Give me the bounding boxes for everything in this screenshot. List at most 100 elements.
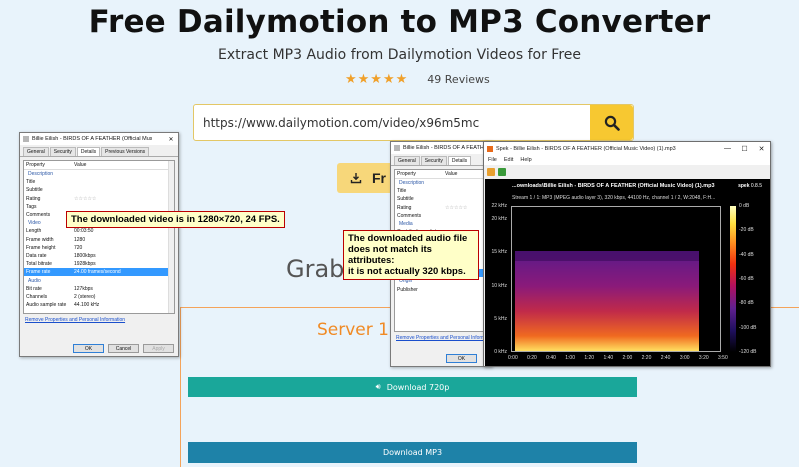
property-row[interactable]: Title xyxy=(24,178,174,186)
tab-details[interactable]: Details xyxy=(447,156,472,165)
x-tick-label: 0:00 xyxy=(508,355,518,361)
col-property: Property xyxy=(397,171,416,177)
remove-properties-link[interactable]: Remove Properties and Personal Informati… xyxy=(391,335,496,341)
ok-button[interactable]: OK xyxy=(73,344,104,353)
x-tick-label: 3:50 xyxy=(718,355,728,361)
db-tick-label: -100 dB xyxy=(739,324,757,331)
property-name: Total bitrate xyxy=(26,261,52,268)
property-row[interactable]: Channels 2 (stereo) xyxy=(24,293,174,301)
property-row[interactable]: Rating ☆☆☆☆☆ xyxy=(395,204,487,212)
property-row[interactable]: Tags xyxy=(24,203,174,211)
col-value: Value xyxy=(74,162,87,168)
spek-stream-info: Stream 1 / 1: MP3 (MPEG audio layer 3), … xyxy=(512,195,716,201)
minimize-icon[interactable]: — xyxy=(719,145,736,153)
property-value: 1928kbps xyxy=(74,261,96,268)
property-value: 720 xyxy=(74,244,83,251)
spek-app-icon xyxy=(487,145,493,152)
close-icon[interactable]: ✕ xyxy=(753,145,770,153)
db-tick-label: -120 dB xyxy=(739,349,757,355)
db-tick-label: -80 dB xyxy=(739,300,754,307)
property-row[interactable]: Title xyxy=(395,187,487,195)
property-row[interactable]: Total bitrate 1928kbps xyxy=(24,260,174,268)
spek-title: Spek - Billie Eilish - BIRDS OF A FEATHE… xyxy=(496,145,676,152)
url-input[interactable] xyxy=(203,105,583,140)
property-name: Frame rate xyxy=(26,269,51,276)
spectrogram-plot xyxy=(511,206,721,352)
property-name: Title xyxy=(397,188,407,195)
y-tick-label: 5 kHz xyxy=(494,315,507,322)
property-name: Description xyxy=(28,171,54,178)
x-tick-label: 2:40 xyxy=(660,355,671,361)
property-row[interactable]: Frame width 1280 xyxy=(24,236,174,244)
property-name: Title xyxy=(26,179,36,186)
download-720p-label: Download 720p xyxy=(386,382,450,392)
x-tick-label: 0:20 xyxy=(527,355,537,361)
ok-button[interactable]: OK xyxy=(446,354,477,363)
dialog-title: Billie Eilish - BIRDS OF A FEATHER (Offi… xyxy=(32,136,152,142)
property-name: Description xyxy=(399,180,425,187)
property-name: Rating xyxy=(397,204,412,211)
x-tick-label: 0:40 xyxy=(546,355,556,361)
property-name: Tags xyxy=(26,203,37,210)
save-image-icon[interactable] xyxy=(498,167,506,176)
colorbar xyxy=(730,206,736,352)
spek-version: spek 0.8.5 xyxy=(738,183,762,189)
tab-general[interactable]: General xyxy=(394,156,420,165)
search-button[interactable] xyxy=(590,105,633,140)
page-subtitle: Extract MP3 Audio from Dailymotion Video… xyxy=(217,47,581,63)
download-720p-button[interactable]: 🔊︎ Download 720p xyxy=(188,377,637,397)
section-header: Description xyxy=(395,179,487,187)
menu-help[interactable]: Help xyxy=(520,157,531,163)
property-row[interactable]: Audio sample rate 44.100 kHz xyxy=(24,301,174,309)
tab-security[interactable]: Security xyxy=(49,147,76,156)
property-row[interactable]: Frame height 720 xyxy=(24,244,174,252)
section-header: Description xyxy=(24,170,174,178)
property-name: Frame width xyxy=(26,236,54,243)
dialog-tabs: General Security Details Previous Versions xyxy=(20,145,178,157)
tab-general[interactable]: General xyxy=(23,147,49,156)
property-row[interactable]: Rating ☆☆☆☆☆ xyxy=(24,195,174,203)
property-name: Audio sample rate xyxy=(26,302,67,309)
tab-details[interactable]: Details xyxy=(76,147,101,156)
property-row[interactable]: Subtitle xyxy=(395,195,487,203)
property-row[interactable]: Frame rate 24.00 frames/second xyxy=(24,268,174,277)
property-row[interactable]: Publisher xyxy=(395,285,487,293)
download-mp3-button[interactable]: Download MP3 xyxy=(188,442,637,463)
speaker-icon: 🔊︎ xyxy=(375,382,381,391)
menu-file[interactable]: File xyxy=(488,157,497,163)
tab-previous-versions[interactable]: Previous Versions xyxy=(101,147,150,156)
spek-version-number: 0.8.5 xyxy=(750,183,762,189)
audio-note-line-1: The downloaded audio file xyxy=(348,233,468,244)
property-row[interactable]: Bit rate 127kbps xyxy=(24,285,174,293)
close-icon[interactable]: ✕ xyxy=(164,136,178,143)
property-name: Comments xyxy=(397,212,422,219)
col-property: Property xyxy=(26,162,45,168)
tab-security[interactable]: Security xyxy=(420,156,447,165)
db-tick-label: -40 dB xyxy=(739,251,754,258)
property-value: 1800kbps xyxy=(74,252,96,259)
maximize-icon[interactable]: ☐ xyxy=(736,145,753,153)
details-header: Property Value xyxy=(395,170,487,179)
col-value: Value xyxy=(445,171,458,177)
spek-app-name: spek xyxy=(738,183,750,189)
dialog-titlebar: Billie Eilish - BIRDS OF A FEATHER (Offi… xyxy=(20,133,178,145)
property-row[interactable]: Data rate 1800kbps xyxy=(24,252,174,260)
video-properties-dialog: Billie Eilish - BIRDS OF A FEATHER (Offi… xyxy=(19,132,179,357)
open-file-icon[interactable] xyxy=(487,167,495,176)
spek-toolbar xyxy=(484,165,770,178)
cancel-button[interactable]: Cancel xyxy=(108,344,139,353)
apply-button[interactable]: Apply xyxy=(143,344,174,353)
video-note: The downloaded video is in 1280×720, 24 … xyxy=(66,211,285,228)
property-name: Frame height xyxy=(26,244,56,251)
property-row[interactable]: Subtitle xyxy=(24,186,174,194)
divider-vertical xyxy=(180,307,181,467)
convert-label: Fr xyxy=(372,170,386,186)
server-tab[interactable]: Server 1 xyxy=(317,320,389,340)
property-row[interactable]: Length 00:03:50 xyxy=(24,227,174,235)
scrollbar[interactable] xyxy=(168,161,174,313)
property-value: 2 (stereo) xyxy=(74,293,96,300)
menu-edit[interactable]: Edit xyxy=(504,157,513,163)
property-row[interactable]: Comments xyxy=(395,212,487,220)
remove-properties-link[interactable]: Remove Properties and Personal Informati… xyxy=(20,317,178,323)
x-tick-label: 2:00 xyxy=(622,355,633,361)
